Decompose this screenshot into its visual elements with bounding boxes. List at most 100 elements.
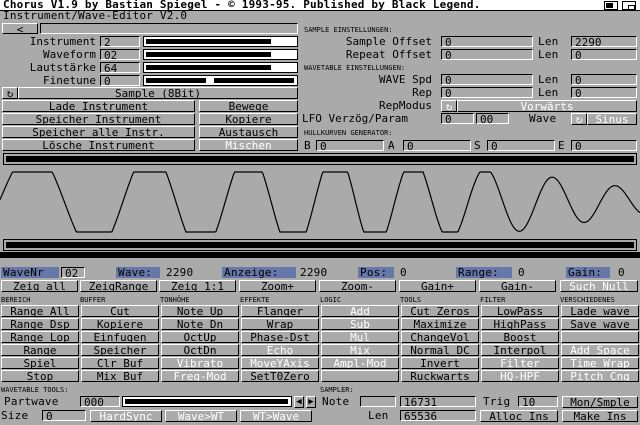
sample-offset-field[interactable]: 0 [441, 36, 533, 47]
env-a-field[interactable]: 0 [403, 140, 471, 151]
sample-type-button[interactable]: Sample (8Bit) [18, 87, 298, 99]
note-field[interactable] [360, 396, 396, 407]
zoom-in-button[interactable]: Zoom+ [239, 280, 316, 292]
grid-button-highpass[interactable]: HighPass [481, 318, 559, 330]
hardsync-button[interactable]: HardSync [90, 410, 162, 422]
grid-button-mix-buf[interactable]: Mix Buf [81, 370, 159, 382]
make-ins-button[interactable]: Make Ins [562, 410, 638, 422]
sampler-len-field[interactable]: 65536 [400, 410, 476, 421]
grid-button-filter[interactable]: Filter [481, 357, 559, 369]
back-button[interactable]: < [2, 23, 38, 34]
delete-instrument-button[interactable]: Lösche Instrument [2, 139, 195, 151]
depth-back-icon[interactable] [604, 1, 618, 10]
grid-button-sett0zero[interactable]: SetT0Zero [241, 370, 319, 382]
wave-speed-field[interactable]: 0 [441, 74, 533, 85]
lfo-delay-field[interactable]: 0 [441, 113, 474, 124]
grid-button-maximize[interactable]: Maximize [401, 318, 479, 330]
lfo-wave-button[interactable]: Sinus [587, 113, 637, 125]
grid-button-lowpass[interactable]: LowPass [481, 305, 559, 317]
grid-button-stop[interactable]: Stop [1, 370, 79, 382]
grid-button-moveyaxis[interactable]: MoveYAxis [241, 357, 319, 369]
env-b-field[interactable]: 0 [316, 140, 384, 151]
depth-front-icon[interactable] [622, 1, 636, 10]
partwave-slider-knob[interactable] [125, 399, 288, 404]
grid-button-empty-5-4[interactable] [321, 370, 399, 382]
save-all-instruments-button[interactable]: Speicher alle Instr. [2, 126, 195, 138]
instrument-name-field[interactable] [40, 23, 298, 34]
grid-button-invert[interactable]: Invert [401, 357, 479, 369]
grid-button-vibrato[interactable]: Vibrato [161, 357, 239, 369]
grid-button-normal-dc[interactable]: Normal DC [401, 344, 479, 356]
copy-button[interactable]: Kopiere [199, 113, 298, 125]
search-zero-button[interactable]: Such Null [560, 280, 638, 292]
mix-button[interactable]: Mischen [199, 139, 298, 151]
repmodus-cycle-icon[interactable]: ↻ [441, 100, 457, 112]
grid-button-spiel[interactable]: Spiel [1, 357, 79, 369]
top-scrollbar-knob[interactable] [6, 156, 634, 162]
grid-button-flanger[interactable]: Flanger [241, 305, 319, 317]
repmodus-button[interactable]: Vorwärts [457, 100, 637, 112]
grid-button-lade-wave[interactable]: Lade wave [561, 305, 639, 317]
grid-button-octup[interactable]: OctUp [161, 331, 239, 343]
show-all-button[interactable]: Zeig all [1, 280, 78, 292]
bottom-scrollbar-knob[interactable] [6, 242, 634, 248]
grid-button-add[interactable]: Add [321, 305, 399, 317]
grid-button-cut-zeros[interactable]: Cut Zeros [401, 305, 479, 317]
finetune-slider[interactable] [143, 75, 298, 86]
wave-to-wt-button[interactable]: Wave>WT [165, 410, 237, 422]
grid-button-mul[interactable]: Mul [321, 331, 399, 343]
size-field[interactable]: 0 [42, 410, 86, 421]
finetune-value[interactable]: 0 [100, 75, 140, 86]
volume-slider-knob[interactable] [146, 65, 271, 70]
grid-button-note-up[interactable]: Note Up [161, 305, 239, 317]
show-1to1-button[interactable]: Zeig 1:1 [159, 280, 236, 292]
gain-down-button[interactable]: Gain- [479, 280, 556, 292]
zoom-out-button[interactable]: Zoom- [319, 280, 396, 292]
grid-button-freq-mod[interactable]: Freq-Mod [161, 370, 239, 382]
range-bar[interactable] [0, 252, 640, 258]
load-instrument-button[interactable]: Lade Instrument [2, 100, 195, 112]
grid-button-add-space[interactable]: Add Space [561, 344, 639, 356]
exchange-button[interactable]: Austausch [199, 126, 298, 138]
trig-field[interactable]: 10 [518, 396, 558, 407]
waveform-value[interactable]: 02 [100, 49, 140, 60]
waveform-slider-knob[interactable] [146, 52, 271, 57]
grid-button-note-dn[interactable]: Note Dn [161, 318, 239, 330]
grid-button-hq-hpf[interactable]: HQ-HPF [481, 370, 559, 382]
wt-to-wave-button[interactable]: WT>Wave [240, 410, 312, 422]
grid-button-sub[interactable]: Sub [321, 318, 399, 330]
grid-button-range-dsp[interactable]: Range Dsp [1, 318, 79, 330]
grid-button-phase-dst[interactable]: Phase-Dst [241, 331, 319, 343]
grid-button-octdn[interactable]: OctDn [161, 344, 239, 356]
show-range-button[interactable]: ZeigRange [80, 280, 157, 292]
finetune-slider-knob[interactable] [214, 78, 294, 83]
env-e-field[interactable]: 0 [571, 140, 637, 151]
arrow-left-icon[interactable]: ◀ [294, 396, 304, 408]
grid-button-boost[interactable]: Boost [481, 331, 559, 343]
grid-button-speicher[interactable]: Speicher [81, 344, 159, 356]
grid-button-range-all[interactable]: Range All [1, 305, 79, 317]
lfo-param-field[interactable]: 00 [476, 113, 509, 124]
grid-button-time-wrap[interactable]: Time Wrap [561, 357, 639, 369]
arrow-right-icon[interactable]: ▶ [306, 396, 316, 408]
save-instrument-button[interactable]: Speicher Instrument [2, 113, 195, 125]
grid-button-mix[interactable]: Mix [321, 344, 399, 356]
grid-button-echo[interactable]: Echo [241, 344, 319, 356]
grid-button-range-lop[interactable]: Range Lop [1, 331, 79, 343]
rep-field[interactable]: 0 [441, 87, 533, 98]
grid-button-pitch-cng[interactable]: Pitch Cng [561, 370, 639, 382]
grid-button-range[interactable]: Range [1, 344, 79, 356]
volume-slider[interactable] [143, 62, 298, 73]
grid-button-changevol[interactable]: ChangeVol [401, 331, 479, 343]
rep-len-field[interactable]: 0 [571, 87, 637, 98]
monitor-sample-button[interactable]: Mon/Smple [562, 396, 638, 408]
env-s-field[interactable]: 0 [487, 140, 555, 151]
grid-button-interpol[interactable]: Interpol [481, 344, 559, 356]
waveform-slider[interactable] [143, 49, 298, 60]
grid-button-einfugen[interactable]: Einfugen [81, 331, 159, 343]
wave-len-field[interactable]: 0 [571, 74, 637, 85]
bottom-scrollbar[interactable] [3, 239, 637, 251]
waveform-display[interactable] [0, 166, 640, 238]
wavenr-field[interactable]: 02 [61, 267, 85, 278]
grid-button-cut[interactable]: Cut [81, 305, 159, 317]
